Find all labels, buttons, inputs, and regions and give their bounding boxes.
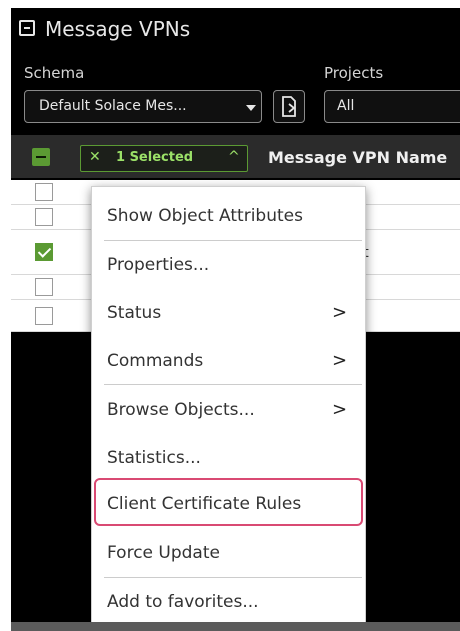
chevron-up-icon[interactable]: ^ <box>228 149 240 165</box>
menu-item-label: Add to favorites... <box>107 592 259 612</box>
chevron-right-icon: > <box>332 350 348 371</box>
menu-separator <box>104 240 362 241</box>
dropdown-caret-icon <box>246 105 256 111</box>
row-checkbox-checked[interactable] <box>35 243 53 261</box>
bottom-scrollbar[interactable] <box>11 622 460 631</box>
menu-item-label: Status <box>107 303 162 323</box>
menu-item-label: Show Object Attributes <box>107 206 303 226</box>
message-vpns-panel: Message VPNs Schema Projects Default Sol… <box>11 8 460 626</box>
menu-item-status[interactable]: Status > <box>92 290 365 336</box>
projects-value: All <box>337 98 355 114</box>
projects-select[interactable]: All <box>324 90 460 123</box>
menu-item-label: Properties... <box>107 255 210 275</box>
menu-separator <box>104 577 362 578</box>
collapse-icon[interactable] <box>19 20 35 36</box>
chevron-right-icon: > <box>332 399 348 420</box>
open-schema-button[interactable] <box>273 90 305 123</box>
panel-header: Message VPNs <box>11 8 460 52</box>
menu-item-label: Browse Objects... <box>107 400 255 420</box>
schema-value: Default Solace Mes... <box>39 98 187 114</box>
menu-item-statistics[interactable]: Statistics... <box>92 435 365 481</box>
menu-item-label: Commands <box>107 351 204 371</box>
chevron-right-icon: > <box>332 302 348 323</box>
row-checkbox[interactable] <box>35 307 53 325</box>
panel-title: Message VPNs <box>45 17 191 41</box>
menu-item-properties[interactable]: Properties... <box>92 242 365 288</box>
menu-separator <box>104 384 362 385</box>
highlight-box <box>94 478 363 526</box>
schema-select[interactable]: Default Solace Mes... <box>24 90 262 123</box>
schema-label: Schema <box>24 64 85 82</box>
context-menu: Show Object Attributes Properties... Sta… <box>91 186 366 626</box>
projects-label: Projects <box>324 64 384 82</box>
menu-item-force-update[interactable]: Force Update <box>92 530 365 576</box>
selection-count: 1 Selected <box>116 150 194 165</box>
menu-item-commands[interactable]: Commands > <box>92 338 365 384</box>
selection-pill[interactable]: ✕ 1 Selected ^ <box>80 145 248 172</box>
row-checkbox[interactable] <box>35 183 53 201</box>
row-checkbox[interactable] <box>35 278 53 296</box>
menu-item-label: Force Update <box>107 543 220 563</box>
menu-item-browse-objects[interactable]: Browse Objects... > <box>92 387 365 433</box>
clear-selection-icon[interactable]: ✕ <box>89 149 101 165</box>
menu-item-add-to-favorites[interactable]: Add to favorites... <box>92 579 365 625</box>
select-all-checkbox[interactable] <box>32 148 50 166</box>
menu-item-label: Statistics... <box>107 448 201 468</box>
menu-item-show-object-attributes[interactable]: Show Object Attributes <box>92 193 365 239</box>
document-arrow-icon <box>282 96 296 117</box>
column-header-vpn-name[interactable]: Message VPN Name <box>268 148 447 167</box>
row-checkbox[interactable] <box>35 208 53 226</box>
